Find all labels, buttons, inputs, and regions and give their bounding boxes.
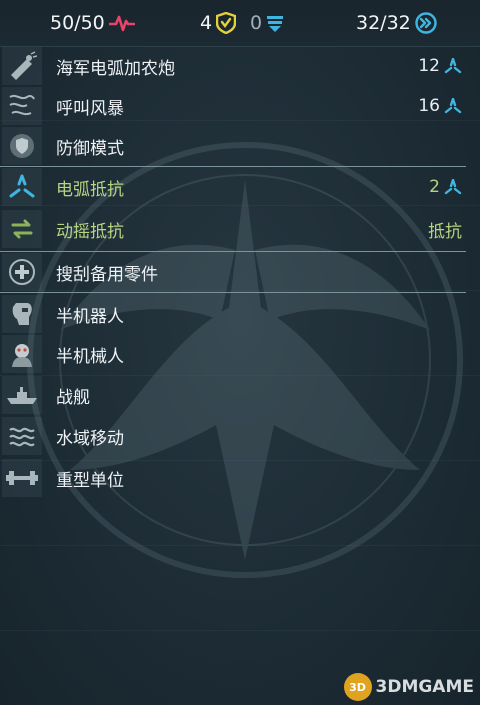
ability-row-scavenge-parts[interactable]: 搜刮备用零件 xyxy=(0,252,466,292)
ability-name: 搜刮备用零件 xyxy=(56,264,158,285)
cannon-icon xyxy=(2,47,42,85)
storm-icon xyxy=(2,87,42,125)
ability-row-defense-mode[interactable]: 防御模式 xyxy=(0,126,466,166)
site-watermark: 3D 3DMGAME xyxy=(343,673,475,701)
ability-row-call-storm[interactable]: 呼叫风暴 16 xyxy=(0,86,466,126)
trait-row-heavy-unit[interactable]: 重型单位 xyxy=(0,458,466,498)
ability-row-arc-resist[interactable]: 电弧抵抗 2 xyxy=(0,167,466,207)
move-value: 32/32 xyxy=(356,12,411,34)
arc-damage-icon xyxy=(444,98,462,114)
arc-damage-icon xyxy=(444,179,462,195)
defense-shield-icon xyxy=(2,127,42,165)
move-stat: 32/32 xyxy=(356,0,437,46)
heavy-dumbbell-icon xyxy=(2,459,42,497)
ability-name: 防御模式 xyxy=(56,138,124,159)
ability-name: 电弧抵抗 xyxy=(56,179,124,200)
trait-name: 半机械人 xyxy=(56,346,124,367)
trait-row-water-movement[interactable]: 水域移动 xyxy=(0,416,466,456)
water-waves-icon xyxy=(2,417,42,455)
ability-name: 动摇抵抗 xyxy=(56,221,124,242)
section-divider xyxy=(0,292,466,293)
grid-line xyxy=(0,630,480,631)
watermark-text: 3DMGAME xyxy=(375,677,475,697)
grid-line xyxy=(0,545,480,546)
ability-row-naval-arc-cannon[interactable]: 海军电弧加农炮 12 xyxy=(0,46,466,86)
arc-damage-icon xyxy=(444,58,462,74)
android-icon xyxy=(2,335,42,373)
trait-row-android[interactable]: 半机械人 xyxy=(0,334,466,374)
repair-icon xyxy=(2,253,42,291)
trait-name: 半机器人 xyxy=(56,306,124,327)
ability-name: 海军电弧加农炮 xyxy=(56,58,175,79)
shield-stat: 0 xyxy=(250,0,284,46)
energy-shield-icon xyxy=(267,16,284,32)
armor-shield-icon xyxy=(216,12,237,34)
watermark-logo: 3D xyxy=(343,673,372,701)
ability-damage: 16 xyxy=(418,96,462,116)
armor-value: 4 xyxy=(200,12,213,34)
cyborg-icon xyxy=(2,295,42,333)
warship-icon xyxy=(2,376,42,414)
ability-damage: 12 xyxy=(418,56,462,76)
armor-stat: 4 xyxy=(200,0,237,46)
arc-resist-icon xyxy=(2,168,42,206)
ability-name: 呼叫风暴 xyxy=(56,98,124,119)
movement-icon xyxy=(415,12,437,34)
health-value: 50/50 xyxy=(50,12,105,34)
resist-value: 2 xyxy=(429,177,462,197)
health-stat: 50/50 xyxy=(50,0,135,46)
ability-row-morale-resist[interactable]: 动摇抵抗 抵抗 xyxy=(0,209,466,249)
morale-resist-icon xyxy=(2,210,42,248)
trait-row-cyborg[interactable]: 半机器人 xyxy=(0,294,466,334)
stats-bar: 50/50 4 0 32/32 xyxy=(0,0,480,47)
unit-panel: 50/50 4 0 32/32 海军电弧加农炮 12 呼叫风暴 16 防御模式 … xyxy=(0,0,480,705)
heartbeat-icon xyxy=(108,15,135,32)
trait-name: 战舰 xyxy=(56,387,90,408)
resist-value: 抵抗 xyxy=(428,221,462,242)
shield-value: 0 xyxy=(250,12,263,34)
trait-name: 水域移动 xyxy=(56,428,124,449)
trait-name: 重型单位 xyxy=(56,470,124,491)
trait-row-warship[interactable]: 战舰 xyxy=(0,375,466,415)
